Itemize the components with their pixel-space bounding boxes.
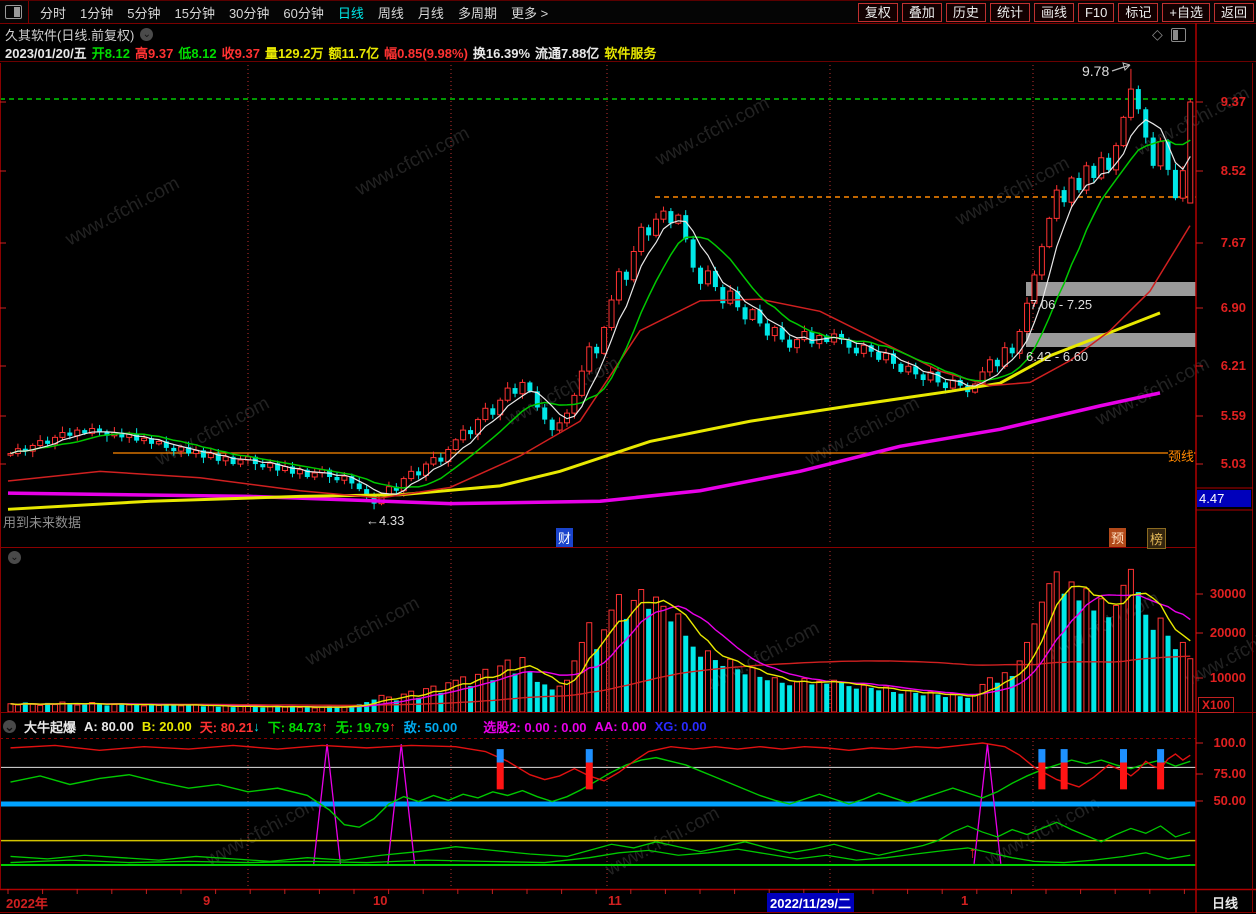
indicator-param-9: XG: 0.00 [654,718,707,734]
indicator-param-7: 选股2: 0.00 : 0.00 [483,719,587,735]
indicator-arrow-3: ↓ [253,718,260,734]
low-price-annotation: ←4.33 [366,513,405,528]
indicator-param-6: 敌: 50.00 [403,719,458,735]
indicator-param-0: 大牛起爆 [24,719,77,735]
indicator-header: ⌄ 大牛起爆 A: 80.00 B: 20.00 天: 80.21 ↓ 下: 84.73 ↑… [0,715,1196,737]
indicator-arrow-5: ↑ [389,718,396,734]
axis-label: 7.67 [1220,235,1246,250]
axis-label: 75.00 [1213,766,1246,781]
future-data-warning: 用到未来数据 [3,515,82,530]
finance-tag[interactable]: 财 [556,528,574,547]
indicator-param-3: 天: 80.21 [199,719,254,735]
axis-label: 5.03 [1220,456,1246,471]
neckline-label: 颈线 [1168,446,1195,465]
date-tick-label: 2022年 [6,896,48,911]
date-tick-label: 9 [203,893,211,908]
indicator-param-4: 下: 84.73 [267,719,322,735]
axis-label: 50.00 [1213,793,1246,808]
indicator-arrow-4: ↑ [321,718,328,734]
indicator-param-1: A: 80.00 [84,718,134,734]
axis-label: 9.37 [1220,94,1246,109]
axis-label: 6.21 [1220,358,1246,373]
date-tick-label: 10 [373,893,388,908]
resistance-band1-label: 7.06 - 7.25 [1030,297,1093,312]
chart-canvas[interactable]: ↑ [0,1,1256,914]
indicator-param-8: AA: 0.00 [594,718,647,734]
rank-tag[interactable]: 榜 [1147,528,1167,549]
axis-label: 10000 [1209,670,1246,685]
indicator-param-2: B: 20.00 [141,718,192,734]
period-label: 日线 [1212,896,1239,911]
resistance-band2-label: 6.42 - 6.60 [1026,349,1089,364]
collapse-indicator-pane-icon[interactable]: ⌄ [3,719,16,733]
trading-app-window: www.cfchi.com www.cfchi.com www.cfchi.com w… [0,0,1256,914]
volume-unit-label: X100 [1198,697,1235,713]
indicator-param-5: 无: 19.79 [335,719,390,735]
price-axis-bottom-value: 4.47 [1197,490,1251,507]
forecast-tag[interactable]: 预 [1109,528,1127,547]
axis-label: 8.52 [1220,163,1246,178]
axis-label: 100.0 [1213,735,1246,750]
date-tick-label: 1 [961,893,969,908]
axis-label: 30000 [1209,586,1246,601]
axis-label: 5.59 [1220,408,1246,423]
date-highlight[interactable]: 2022/11/29/二 [767,893,854,912]
axis-label: 20000 [1209,625,1246,640]
high-price-annotation: 9.78 [1082,63,1110,79]
axis-label: 6.90 [1220,300,1246,315]
collapse-volume-pane-icon[interactable]: ⌄ [8,551,21,564]
buy-signal-arrow-icon: ↑ [969,844,977,861]
date-tick-label: 11 [608,893,622,908]
